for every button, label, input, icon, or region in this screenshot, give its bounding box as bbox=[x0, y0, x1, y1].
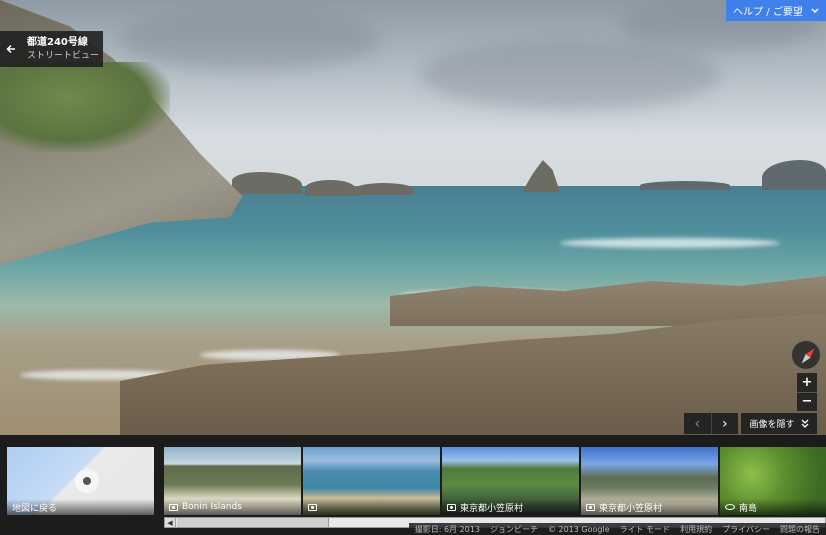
double-chevron-down-icon bbox=[801, 419, 808, 428]
wave bbox=[560, 238, 780, 248]
street-view-panorama[interactable] bbox=[0, 0, 826, 435]
zoom-control: + − bbox=[797, 373, 817, 411]
back-to-map-thumbnail[interactable]: 地図に戻る bbox=[7, 447, 154, 515]
islet bbox=[305, 180, 355, 196]
thumbnail-label: Bonin Islands bbox=[182, 502, 242, 512]
photo-thumbnail[interactable]: Bonin Islands bbox=[164, 447, 301, 515]
footer-bar: 撮影日: 6月 2013 ジョンビーチ © 2013 Google ライト モー… bbox=[408, 523, 826, 535]
scroll-left-icon[interactable]: ◀ bbox=[165, 518, 176, 527]
thumbnail-label: 南島 bbox=[739, 503, 758, 514]
terms-link[interactable]: 利用規約 bbox=[680, 524, 712, 535]
compass-icon[interactable] bbox=[791, 340, 821, 370]
location-marker-icon bbox=[75, 469, 99, 493]
rock-spire bbox=[522, 160, 560, 192]
zoom-out-button[interactable]: − bbox=[797, 393, 817, 412]
camera-icon bbox=[447, 503, 456, 511]
grass bbox=[0, 62, 170, 152]
report-problem-link[interactable]: 問題の報告 bbox=[780, 524, 820, 535]
islet bbox=[355, 183, 413, 195]
zoom-in-button[interactable]: + bbox=[797, 373, 817, 392]
street-view-header: 都道240号線 ストリートビュー bbox=[0, 31, 103, 67]
islet bbox=[232, 172, 302, 194]
copyright: © 2013 Google bbox=[547, 524, 610, 534]
scrollbar-thumb[interactable] bbox=[177, 518, 329, 527]
camera-icon bbox=[308, 503, 317, 511]
place-name: ジョンビーチ bbox=[489, 524, 538, 534]
hide-images-label: 画像を隠す bbox=[749, 420, 795, 430]
chevron-down-icon bbox=[811, 7, 819, 13]
eye-icon bbox=[725, 504, 735, 510]
thumbnail-label: 東京都小笠原村 bbox=[599, 503, 663, 514]
capture-date: 撮影日: 6月 2013 bbox=[414, 524, 480, 534]
lite-mode-link[interactable]: ライト モード bbox=[620, 524, 671, 535]
photo-thumbnail[interactable]: 南島 bbox=[720, 447, 826, 515]
thumbnail-label: 地図に戻る bbox=[12, 503, 58, 514]
help-feedback-button[interactable]: ヘルプ / ご要望 bbox=[726, 0, 826, 21]
photo-thumbnail[interactable]: 東京都小笠原村 bbox=[442, 447, 579, 515]
hide-images-button[interactable]: 画像を隠す bbox=[741, 413, 817, 434]
photo-thumbnail[interactable]: 東京都小笠原村 bbox=[581, 447, 718, 515]
photo-thumbnail[interactable] bbox=[303, 447, 440, 515]
help-label: ヘルプ / ご要望 bbox=[733, 7, 803, 18]
distant-island bbox=[762, 160, 826, 190]
thumbnail-label: 東京都小笠原村 bbox=[460, 503, 524, 514]
location-title: 都道240号線 bbox=[27, 36, 88, 48]
location-subtitle: ストリートビュー bbox=[27, 50, 100, 61]
prev-button[interactable]: ‹ bbox=[684, 413, 712, 434]
arrow-left-icon[interactable] bbox=[0, 31, 22, 67]
camera-icon bbox=[586, 503, 595, 511]
camera-icon bbox=[169, 503, 178, 511]
next-button[interactable]: › bbox=[712, 413, 739, 434]
privacy-link[interactable]: プライバシー bbox=[722, 524, 770, 535]
filmstrip-nav: ‹ › bbox=[684, 413, 738, 434]
distant-island bbox=[640, 181, 730, 190]
